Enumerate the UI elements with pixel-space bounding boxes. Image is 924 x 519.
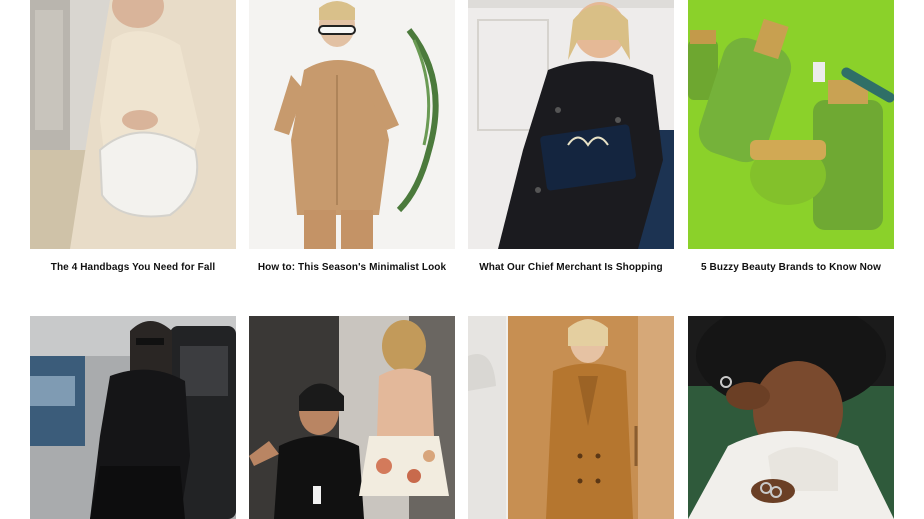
article-card-handbags[interactable]: The 4 Handbags You Need for Fall <box>30 0 236 290</box>
article-title[interactable]: What Our Chief Merchant Is Shopping <box>468 262 674 273</box>
article-card-street-style[interactable] <box>30 316 236 519</box>
article-grid: The 4 Handbags You Need for Fall How to:… <box>0 0 924 519</box>
article-image-beauty-brands[interactable] <box>688 0 894 249</box>
article-card-white-sweater[interactable] <box>688 316 894 519</box>
article-card-minimalist-look[interactable]: How to: This Season's Minimalist Look <box>249 0 455 290</box>
article-image-backstage[interactable] <box>249 316 455 519</box>
article-title[interactable]: The 4 Handbags You Need for Fall <box>30 262 236 273</box>
article-title[interactable]: How to: This Season's Minimalist Look <box>249 262 455 273</box>
article-title[interactable]: 5 Buzzy Beauty Brands to Know Now <box>688 262 894 273</box>
article-card-camel-coat[interactable] <box>468 316 674 519</box>
article-image-chief-merchant[interactable] <box>468 0 674 249</box>
article-card-chief-merchant[interactable]: What Our Chief Merchant Is Shopping <box>468 0 674 290</box>
article-card-backstage[interactable] <box>249 316 455 519</box>
article-card-beauty-brands[interactable]: 5 Buzzy Beauty Brands to Know Now <box>688 0 894 290</box>
article-image-handbags[interactable] <box>30 0 236 249</box>
article-image-white-sweater[interactable] <box>688 316 894 519</box>
article-image-camel-coat[interactable] <box>468 316 674 519</box>
article-image-minimalist-look[interactable] <box>249 0 455 249</box>
article-image-street-style[interactable] <box>30 316 236 519</box>
